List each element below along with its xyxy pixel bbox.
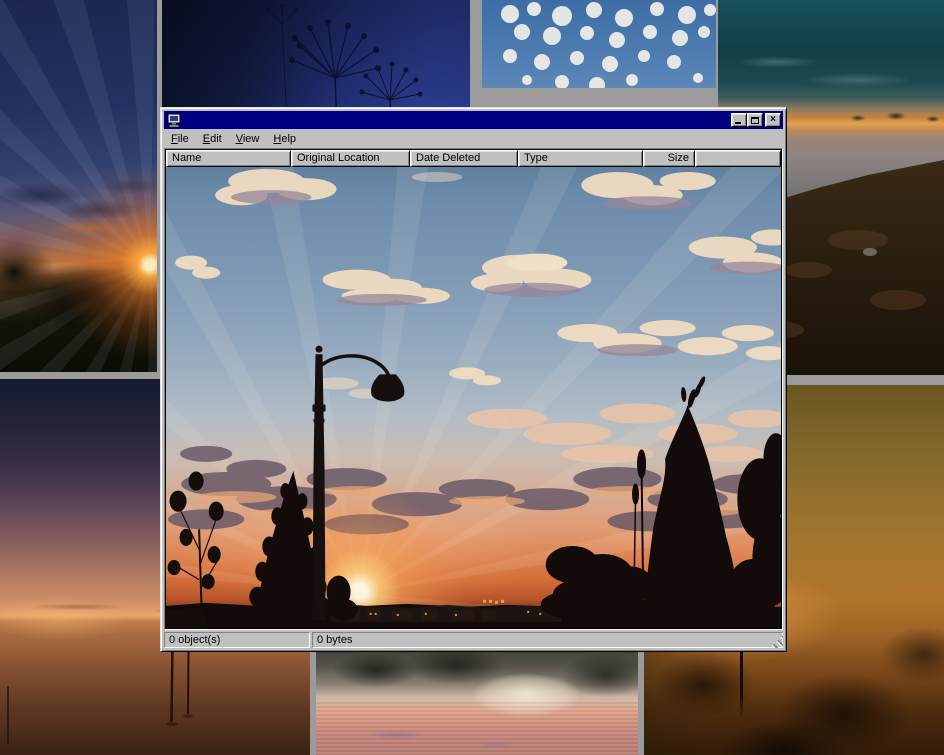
minimize-button[interactable] (731, 113, 747, 127)
desktop: { "window": { "title": "", "icon": "comp… (0, 0, 944, 755)
status-total-size: 0 bytes (312, 632, 783, 648)
column-header-name[interactable]: Name (166, 150, 291, 167)
menu-help[interactable]: Help (266, 131, 303, 147)
maximize-button[interactable] (747, 113, 763, 127)
list-view-sunset-photo[interactable] (166, 167, 781, 628)
wallpaper-sunset-rays-photo (0, 0, 157, 372)
silhouette-layer (166, 167, 781, 628)
menu-bar: File Edit View Help (164, 129, 783, 148)
close-button[interactable]: × (765, 113, 781, 127)
small-clouds (482, 0, 716, 88)
column-header-row: Name Original Location Date Deleted Type… (166, 150, 781, 167)
minimize-icon (735, 122, 741, 124)
column-header-size[interactable]: Size (643, 150, 695, 167)
column-header-original-location[interactable]: Original Location (291, 150, 410, 167)
cypress-tree (249, 471, 357, 621)
file-list-area[interactable]: Name Original Location Date Deleted Type… (164, 148, 783, 630)
menu-edit[interactable]: Edit (196, 131, 229, 147)
window-titlebar[interactable]: × (164, 111, 783, 129)
computer-icon[interactable] (166, 113, 182, 128)
street-lamp (312, 346, 404, 620)
maximize-icon (751, 117, 759, 124)
right-tree-group (541, 376, 781, 620)
menu-file[interactable]: File (164, 131, 196, 147)
status-bar: 0 object(s) 0 bytes (164, 632, 783, 648)
recycle-bin-window: × File Edit View Help Name Original Loca… (160, 107, 787, 652)
menu-view[interactable]: View (229, 131, 267, 147)
wallpaper-altocumulus-sky-photo (482, 0, 716, 88)
column-header-date-deleted[interactable]: Date Deleted (410, 150, 518, 167)
column-header-empty[interactable] (695, 150, 781, 167)
pole-silhouette (740, 652, 743, 720)
close-icon: × (770, 115, 776, 125)
status-object-count: 0 object(s) (164, 632, 310, 648)
column-header-type[interactable]: Type (518, 150, 643, 167)
